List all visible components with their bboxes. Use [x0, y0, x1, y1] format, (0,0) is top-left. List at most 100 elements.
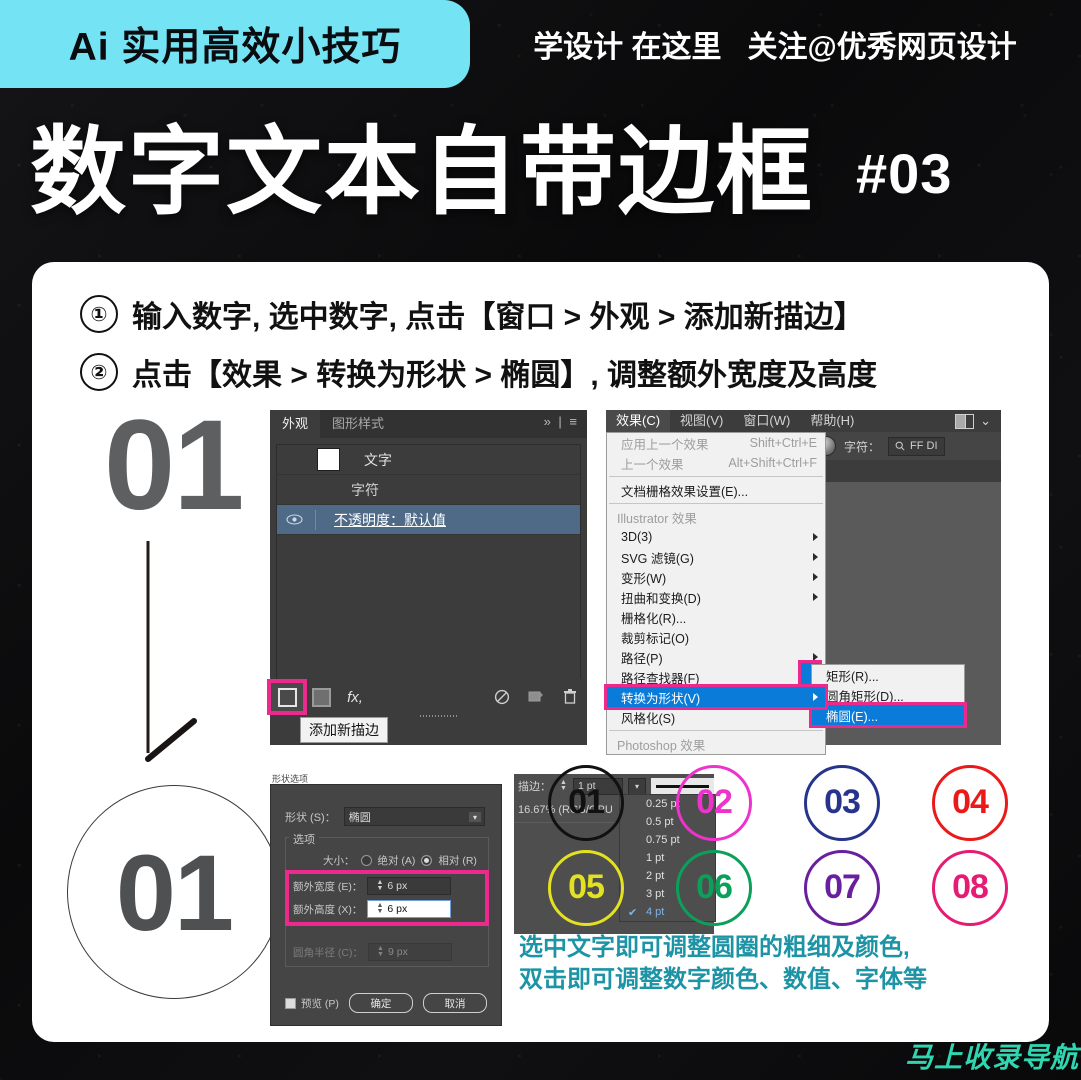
menu-item-13[interactable]: 路径查找器(F) — [607, 667, 825, 687]
size-label: 大小： — [323, 855, 355, 867]
control-bar-label: 字符： — [844, 439, 881, 454]
checkbox-icon[interactable] — [285, 997, 296, 1009]
add-new-fill-icon[interactable] — [304, 682, 338, 712]
row-divider — [315, 509, 316, 530]
duplicate-item-icon[interactable] — [519, 682, 553, 712]
number-circle-label: 06 — [696, 868, 733, 906]
menu-item-8[interactable]: 变形(W) — [607, 567, 825, 587]
menu-view[interactable]: 视图(V) — [670, 410, 733, 432]
menu-separator — [609, 503, 823, 504]
font-family-value: FF DI — [910, 440, 938, 452]
add-new-stroke-icon[interactable] — [267, 679, 307, 715]
effects-dropdown-menu: 应用上一个效果 Shift+Ctrl+E 上一个效果 Alt+Shift+Ctrl+F… — [604, 432, 828, 755]
tab-appearance[interactable]: 外观 — [270, 410, 321, 438]
tagline: 学设计 在这里 关注@优秀网页设计 — [480, 0, 1070, 88]
caption-line-1: 选中文字即可调整圆圈的粗细及颜色, — [519, 934, 910, 961]
caption-block: 选中文字即可调整圆圈的粗细及颜色, 双击即可调整数字颜色、数值、字体等 — [519, 932, 1039, 995]
illustrator-menubar: 效果(C) 视图(V) 窗口(W) 帮助(H) ⌄ — [606, 410, 1001, 432]
appearance-row-label: 字符 — [351, 481, 379, 498]
number-circle-04: 04 — [932, 764, 1008, 841]
number-circle-label: 07 — [824, 868, 861, 906]
menu-item-12[interactable]: 路径(P) — [607, 647, 825, 667]
number-circle-08: 08 — [932, 849, 1008, 926]
delete-item-icon[interactable] — [553, 682, 587, 712]
radio-relative[interactable] — [421, 855, 433, 866]
appearance-row-character[interactable]: 字符 — [277, 475, 580, 505]
menu-item-9[interactable]: 扭曲和变换(D) — [607, 587, 825, 607]
menu-item-11[interactable]: 裁剪标记(O) — [607, 627, 825, 647]
menu-item-10[interactable]: 栅格化(R)... — [607, 607, 825, 627]
radio-absolute[interactable] — [360, 855, 372, 866]
menu-separator — [609, 476, 823, 477]
menu-item-label: SVG 滤镜(G) — [621, 551, 694, 566]
cancel-button[interactable]: 取消 — [422, 993, 488, 1013]
step-marker-1: ① — [80, 295, 118, 333]
menu-item-17: Photoshop 效果 — [607, 734, 825, 754]
number-circle-cell: 07 — [778, 845, 906, 930]
eye-icon[interactable] — [277, 514, 311, 525]
submenu-item-2[interactable]: 椭圆(E)... — [809, 702, 967, 728]
menu-item-6[interactable]: 3D(3) — [607, 527, 825, 547]
menu-item-label: 风格化(S) — [621, 711, 676, 726]
number-circle-label: 02 — [696, 783, 733, 821]
number-circle-label: 08 — [952, 868, 989, 906]
ok-button[interactable]: 确定 — [348, 993, 413, 1013]
number-circle-06: 06 — [676, 849, 752, 926]
menu-item-label: 应用上一个效果 — [621, 437, 709, 452]
workspace-layout-icon[interactable] — [955, 413, 975, 429]
extra-size-highlight — [285, 870, 489, 926]
shape-select-dropdown[interactable]: 椭圆 ▾ — [343, 807, 485, 826]
corner-radius-label: 圆角半径 (C)： — [293, 946, 363, 959]
menu-item-label: 变形(W) — [621, 571, 667, 586]
menu-item-7[interactable]: SVG 滤镜(G) — [607, 547, 825, 567]
radio-absolute-label: 绝对 (A) — [377, 855, 416, 867]
appearance-toolbar: fx, — [267, 679, 587, 715]
submenu-item-label: 圆角矩形(D)... — [826, 689, 904, 704]
menu-item-3[interactable]: 文档栅格效果设置(E)... — [607, 480, 825, 500]
preview-label: 预览 (P) — [301, 997, 339, 1010]
number-circle-cell: 02 — [650, 760, 778, 845]
menu-item-label: Illustrator 效果 — [617, 511, 697, 526]
tooltip-add-new-stroke: 添加新描边 — [300, 717, 388, 743]
instruction-step-1: ① 输入数字, 选中数字, 点击【窗口 > 外观 > 添加新描边】 — [80, 292, 864, 336]
corner-radius-input: ▲ ▼ 9 px — [368, 943, 452, 961]
number-circle-cell: 08 — [906, 845, 1034, 930]
menu-item-label: 文档栅格效果设置(E)... — [621, 484, 749, 499]
chevron-down-icon[interactable]: ⌄ — [980, 413, 991, 429]
menu-window[interactable]: 窗口(W) — [733, 410, 800, 432]
page-title: 数字文本自带边框 — [30, 119, 814, 226]
menu-item-label: 路径(P) — [621, 651, 663, 666]
appearance-row-text[interactable]: 文字 — [277, 445, 580, 475]
menu-item-1: 上一个效果 Alt+Shift+Ctrl+F — [607, 453, 825, 473]
menu-help[interactable]: 帮助(H) — [800, 410, 864, 432]
fill-swatch-icon[interactable] — [317, 448, 340, 471]
menu-effect[interactable]: 效果(C) — [606, 410, 671, 432]
submenu-item-1[interactable]: 圆角矩形(D)... — [812, 685, 964, 705]
appearance-row-opacity[interactable]: 不透明度：默认值 — [277, 505, 580, 535]
menu-item-15[interactable]: 风格化(S) — [607, 707, 825, 727]
add-new-effect-icon[interactable]: fx, — [338, 682, 372, 712]
font-family-field[interactable]: FF DI — [888, 436, 945, 456]
circled-number-sample: 01 — [67, 785, 281, 999]
menu-item-label: 栅格化(R)... — [621, 611, 687, 626]
submenu-item-0[interactable]: 矩形(R)... — [812, 665, 964, 685]
shape-options-body: 形状 (S)： 椭圆 ▾ 选项 大小： 绝对 (A) 相对 (R) 额外宽度 (… — [270, 784, 502, 1026]
appearance-panel-tabs: 外观 图形样式 » | ≡ — [270, 410, 587, 438]
submenu-arrow-icon — [813, 573, 818, 581]
chevron-down-icon[interactable]: ▾ — [469, 812, 481, 822]
appearance-row-label: 文字 — [364, 451, 392, 468]
header: Ai 实用高效小技巧 学设计 在这里 关注@优秀网页设计 — [0, 0, 1081, 100]
panel-menu-icon[interactable]: » | ≡ — [544, 414, 579, 429]
tagline-part-2: 关注@优秀网页设计 — [747, 31, 1017, 64]
search-icon — [895, 441, 905, 451]
content-card: ① 输入数字, 选中数字, 点击【窗口 > 外观 > 添加新描边】 ② 点击【效… — [32, 262, 1049, 1042]
shape-options-dialog: 形状选项 形状 (S)： 椭圆 ▾ 选项 大小： 绝对 (A) 相对 (R) 额… — [270, 772, 502, 1027]
preview-checkbox[interactable]: 预览 (P) — [285, 996, 339, 1011]
submenu-arrow-icon — [813, 693, 818, 701]
dialog-footer: 预览 (P) 确定 取消 — [285, 993, 488, 1013]
convert-to-shape-submenu: 矩形(R)... 圆角矩形(D)... 椭圆(E)... — [809, 664, 967, 728]
clear-appearance-icon[interactable] — [485, 682, 519, 712]
number-circle-cell: 05 — [522, 845, 650, 930]
menu-item-14[interactable]: 转换为形状(V) — [604, 684, 828, 710]
tab-graphic-styles[interactable]: 图形样式 — [320, 410, 396, 438]
